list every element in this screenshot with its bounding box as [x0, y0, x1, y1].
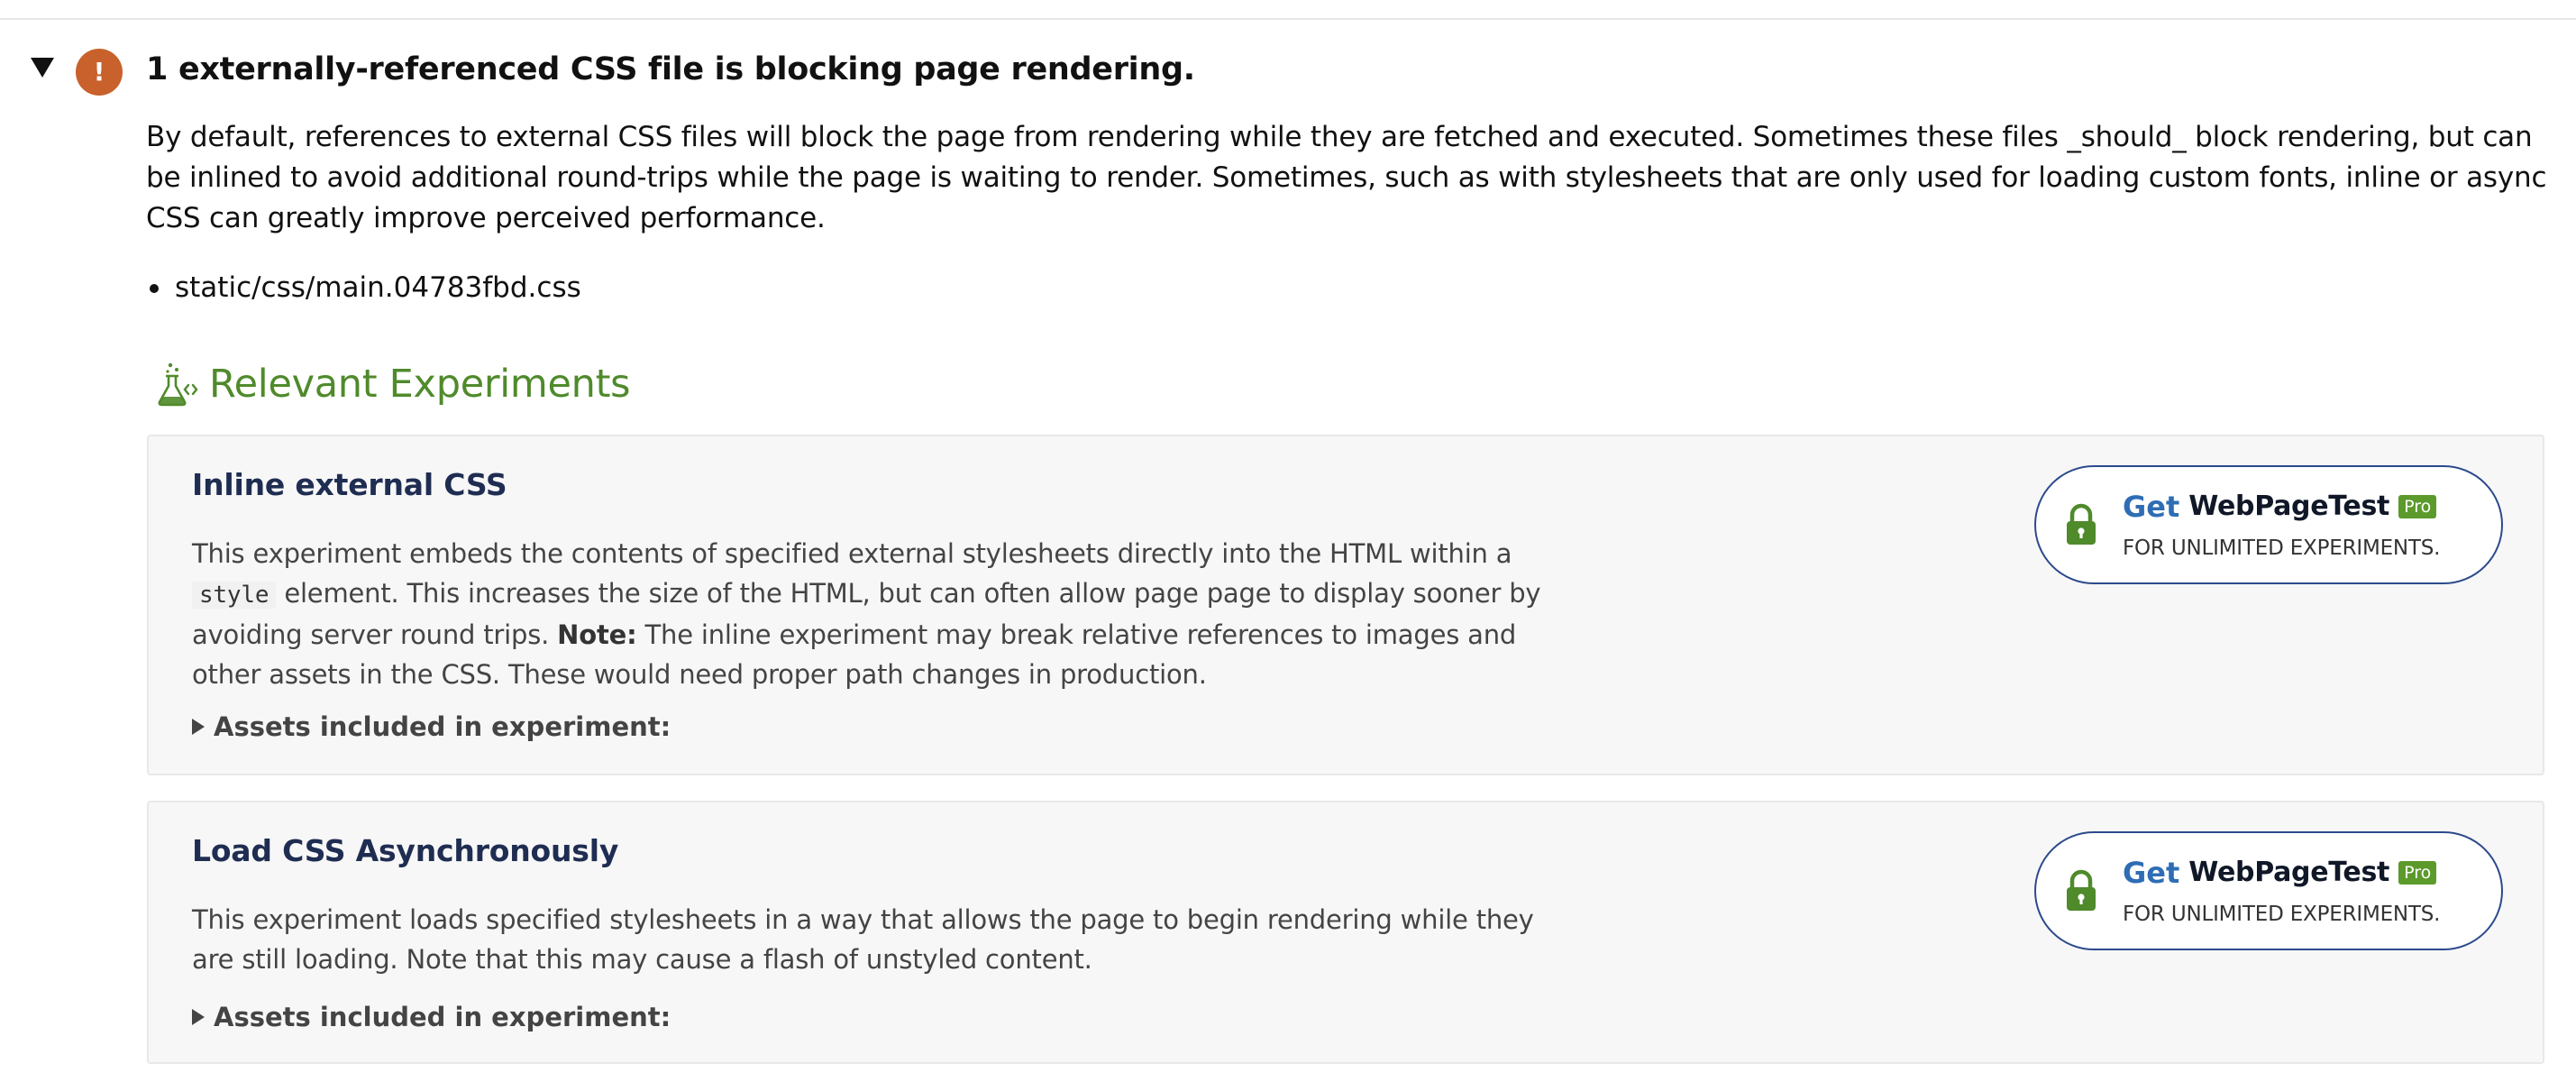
- experiment-title: Inline external CSS: [192, 467, 507, 502]
- pro-badge: Pro: [2398, 495, 2437, 518]
- lock-icon: [2067, 503, 2096, 545]
- section-title: Relevant Experiments: [209, 362, 631, 407]
- experiment-description: This experiment loads specified styleshe…: [192, 904, 1534, 975]
- relevant-experiments-heading: Relevant Experiments: [155, 357, 631, 411]
- assets-disclosure[interactable]: Assets included in experiment:: [192, 999, 671, 1035]
- bullet-icon: [150, 284, 159, 293]
- brand-name: WebPageTest: [2188, 490, 2390, 522]
- cta-headline: Get WebPageTest Pro: [2123, 853, 2437, 893]
- assets-label: Assets included in experiment:: [214, 711, 671, 742]
- experiment-card-async-css: Load CSS Asynchronously This experiment …: [147, 801, 2544, 1064]
- get-pro-button[interactable]: Get WebPageTest Pro FOR UNLIMITED EXPERI…: [2034, 831, 2503, 950]
- code-snippet: style: [192, 582, 277, 609]
- assets-label: Assets included in experiment:: [214, 1002, 671, 1032]
- cta-get-text: Get: [2123, 856, 2180, 890]
- issue-title: 1 externally-referenced CSS file is bloc…: [146, 51, 1195, 87]
- issue-description: By default, references to external CSS f…: [146, 121, 2547, 234]
- file-path: static/css/main.04783fbd.css: [175, 271, 581, 304]
- flask-icon: [158, 362, 198, 407]
- cta-subtitle: FOR UNLIMITED EXPERIMENTS.: [2123, 903, 2441, 926]
- experiment-description: This experiment embeds the contents of s…: [192, 534, 1562, 694]
- collapse-toggle-icon[interactable]: [31, 58, 54, 78]
- brand-name: WebPageTest: [2188, 857, 2390, 888]
- lock-icon: [2067, 869, 2096, 911]
- disclosure-triangle-icon: [192, 1009, 205, 1025]
- get-pro-button[interactable]: Get WebPageTest Pro FOR UNLIMITED EXPERI…: [2034, 465, 2503, 584]
- cta-headline: Get WebPageTest Pro: [2123, 487, 2437, 527]
- list-item: static/css/main.04783fbd.css: [146, 267, 581, 308]
- warning-icon: !: [76, 49, 123, 96]
- description-text: This experiment embeds the contents of s…: [192, 538, 1512, 569]
- section-divider: [0, 18, 2576, 20]
- cta-subtitle: FOR UNLIMITED EXPERIMENTS.: [2123, 536, 2441, 560]
- blocking-file-list: static/css/main.04783fbd.css: [146, 267, 581, 308]
- disclosure-triangle-icon: [192, 719, 205, 735]
- pro-badge: Pro: [2398, 861, 2437, 885]
- experiment-card-inline-css: Inline external CSS This experiment embe…: [147, 435, 2544, 775]
- experiment-title: Load CSS Asynchronously: [192, 833, 619, 868]
- note-label: Note:: [557, 619, 637, 650]
- cta-get-text: Get: [2123, 490, 2180, 524]
- assets-disclosure[interactable]: Assets included in experiment:: [192, 709, 671, 745]
